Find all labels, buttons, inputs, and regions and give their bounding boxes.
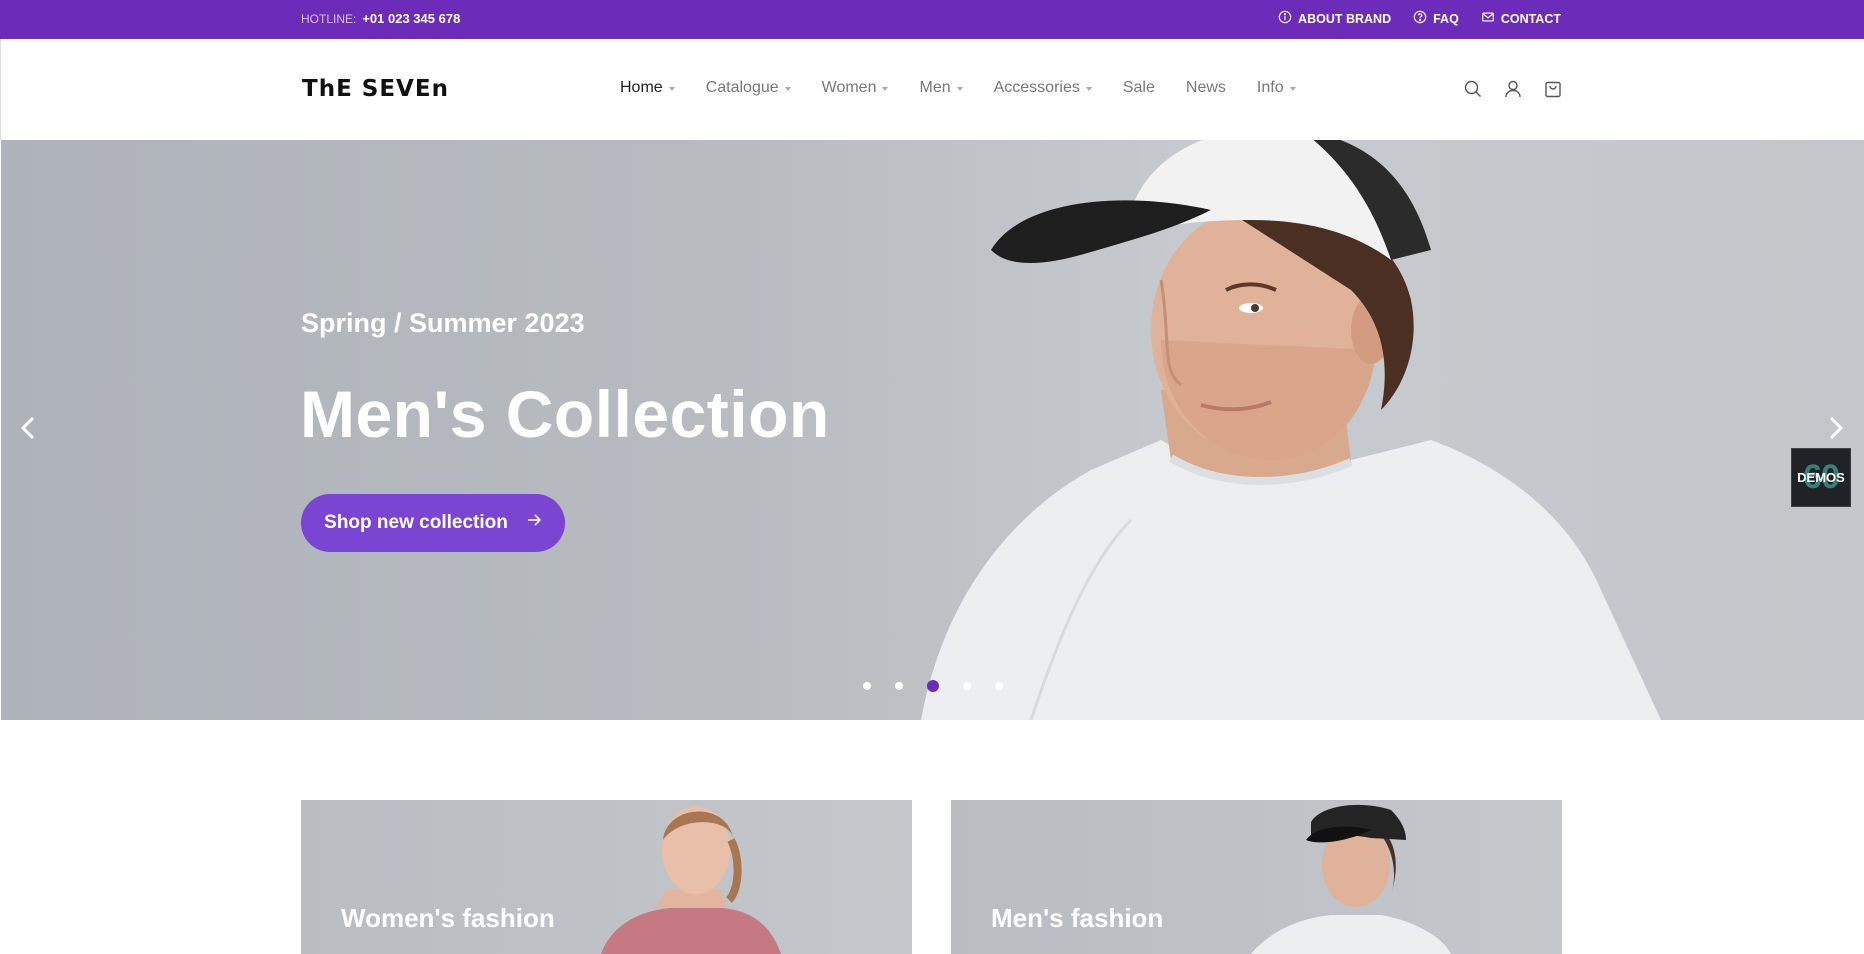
slider-dot[interactable] — [963, 682, 971, 690]
arrow-right-icon — [526, 512, 542, 534]
chevron-down-icon — [882, 87, 889, 91]
chevron-down-icon — [784, 87, 791, 91]
nav-label: Info — [1256, 79, 1284, 96]
category-card-men[interactable]: Men's fashion — [951, 800, 1562, 954]
slider-dot[interactable] — [995, 682, 1003, 690]
nav-item-home[interactable]: Home — [620, 79, 675, 97]
nav-item-catalogue[interactable]: Catalogue — [706, 79, 791, 97]
nav-item-sale[interactable]: Sale — [1123, 79, 1155, 97]
search-icon[interactable] — [1463, 79, 1483, 104]
slider-prev-button[interactable] — [13, 408, 43, 448]
slider-next-button[interactable] — [1821, 408, 1851, 448]
cta-label: Shop new collection — [324, 512, 508, 533]
nav-item-men[interactable]: Men — [919, 79, 963, 97]
user-icon[interactable] — [1503, 79, 1523, 104]
mail-icon — [1481, 10, 1495, 27]
hero-subtitle: Spring / Summer 2023 — [301, 308, 585, 338]
hero-slider: Spring / Summer 2023 Men's Collection Sh… — [1, 140, 1864, 720]
contact-label: CONTACT — [1500, 11, 1561, 26]
nav-label: Home — [620, 79, 663, 96]
hero-title: Men's Collection — [300, 377, 830, 451]
chevron-down-icon — [1085, 87, 1092, 91]
slider-dot[interactable] — [895, 682, 903, 690]
nav-item-women[interactable]: Women — [822, 79, 889, 97]
site-logo[interactable]: ThE SEVEn — [302, 76, 449, 102]
chevron-left-icon — [20, 416, 35, 440]
shop-new-collection-button[interactable]: Shop new collection — [301, 494, 565, 552]
header-actions — [1463, 79, 1563, 104]
category-card-women[interactable]: Women's fashion — [301, 800, 912, 954]
category-label: Men's fashion — [991, 903, 1164, 933]
nav-label: Women — [821, 79, 877, 96]
nav-label: News — [1185, 79, 1226, 96]
site-header: ThE SEVEn Home Catalogue Women Men Acces… — [0, 39, 1864, 140]
hotline-number[interactable]: +01 023 345 678 — [362, 11, 460, 26]
top-bar: HOTLINE: +01 023 345 678 ABOUT BRAND FAQ… — [0, 0, 1864, 39]
faq-label: FAQ — [1433, 11, 1459, 26]
cart-icon[interactable] — [1543, 79, 1563, 104]
chevron-down-icon — [1289, 87, 1296, 91]
slider-dot[interactable] — [863, 682, 871, 690]
chevron-down-icon — [668, 87, 675, 91]
nav-item-news[interactable]: News — [1186, 79, 1226, 97]
nav-item-accessories[interactable]: Accessories — [994, 79, 1092, 97]
faq-link[interactable]: FAQ — [1413, 10, 1459, 27]
category-label: Women's fashion — [341, 903, 555, 933]
chevron-down-icon — [956, 87, 963, 91]
about-brand-label: ABOUT BRAND — [1298, 11, 1392, 26]
demos-label: DEMOS — [1797, 470, 1845, 485]
about-brand-link[interactable]: ABOUT BRAND — [1278, 10, 1391, 27]
hotline: HOTLINE: +01 023 345 678 — [301, 11, 460, 26]
slider-dot-active[interactable] — [927, 680, 939, 692]
contact-link[interactable]: CONTACT — [1481, 10, 1561, 27]
nav-label: Sale — [1122, 79, 1155, 96]
nav-label: Accessories — [993, 79, 1080, 96]
question-icon — [1413, 10, 1427, 27]
main-nav: Home Catalogue Women Men Accessories Sal… — [620, 79, 1327, 97]
top-links: ABOUT BRAND FAQ CONTACT — [1278, 10, 1561, 27]
nav-item-info[interactable]: Info — [1257, 79, 1296, 97]
nav-label: Catalogue — [705, 79, 779, 96]
slider-dots — [863, 680, 1003, 692]
info-icon — [1278, 10, 1292, 27]
hotline-label: HOTLINE: — [301, 11, 357, 26]
chevron-right-icon — [1829, 416, 1844, 440]
hero-model-image — [921, 140, 1661, 720]
nav-label: Men — [919, 79, 951, 96]
demos-badge[interactable]: 60 DEMOS — [1791, 448, 1851, 507]
